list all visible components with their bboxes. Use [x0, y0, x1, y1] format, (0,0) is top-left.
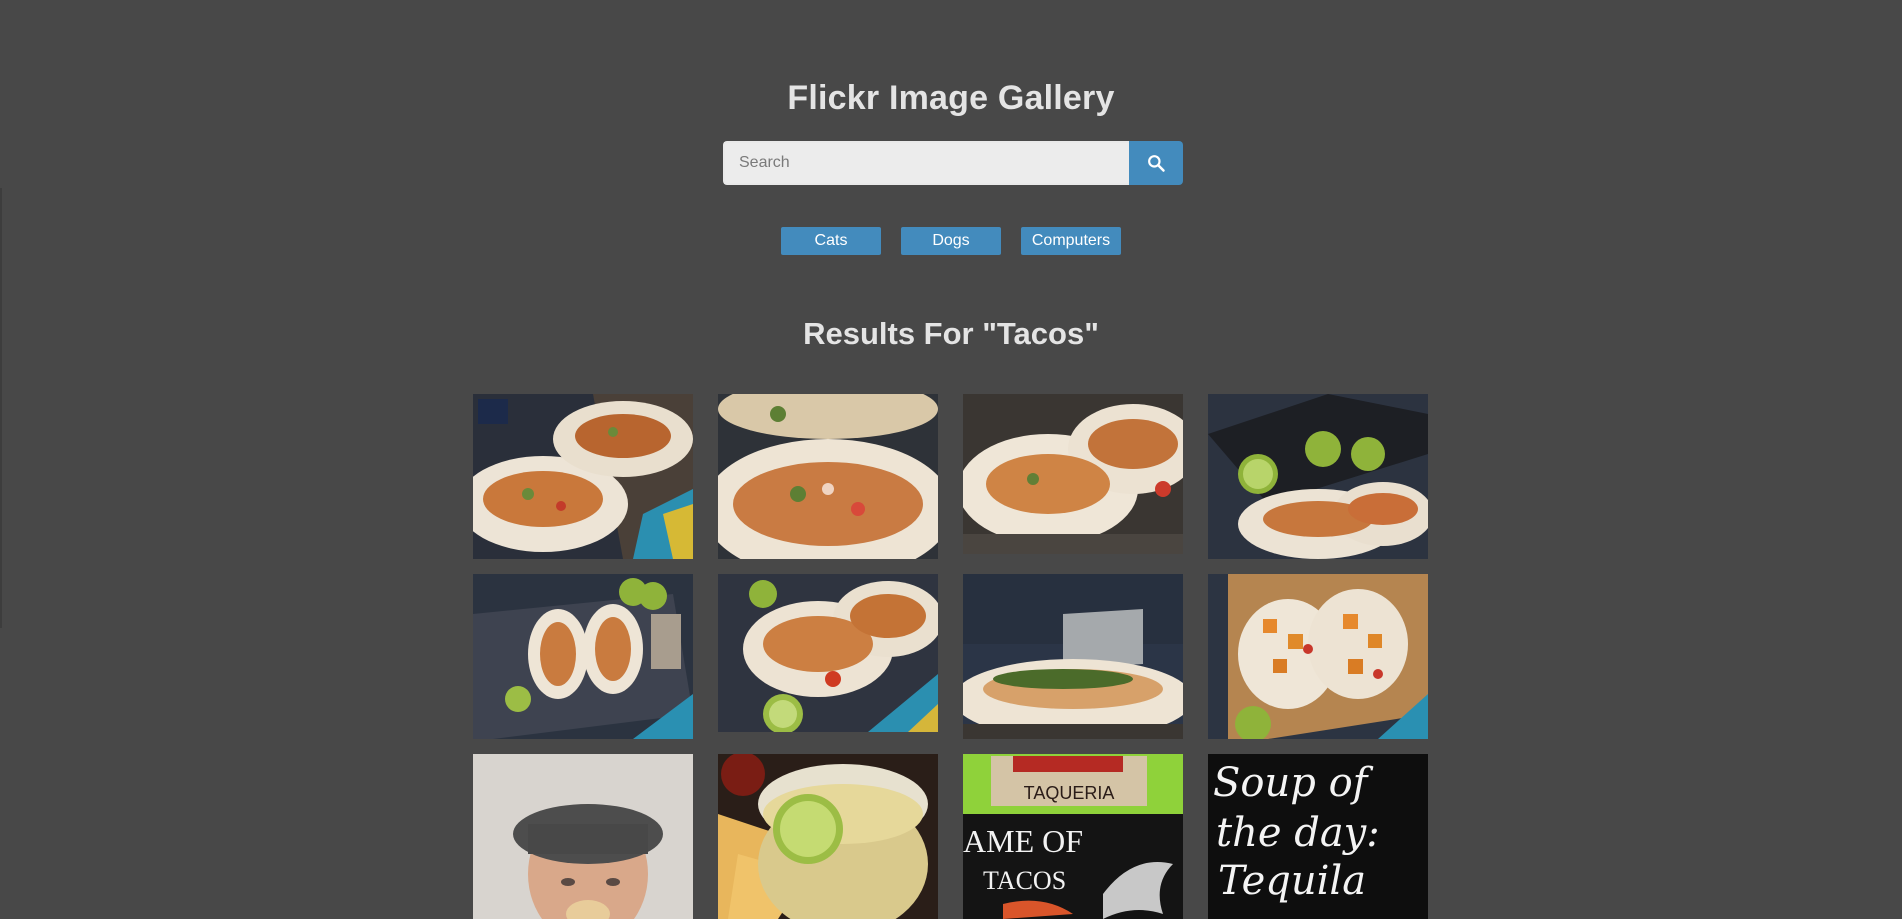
chalkboard-photo: Soup of the day: Tequila [1208, 754, 1428, 919]
taco-photo [963, 394, 1183, 554]
nav-link-cats[interactable]: Cats [781, 227, 881, 255]
gallery-photo[interactable] [1208, 574, 1428, 739]
chalkboard-line-2: the day: [1216, 810, 1380, 856]
chalkboard-line-1: Soup of [1213, 760, 1374, 806]
search-input[interactable] [723, 141, 1129, 185]
sign-game-of-text: AME OF [963, 823, 1083, 859]
person-photo [473, 754, 693, 919]
topic-nav: Cats Dogs Computers [0, 227, 1902, 255]
taco-photo [718, 574, 938, 732]
taco-photo [1208, 394, 1428, 559]
gallery-photo[interactable] [963, 574, 1183, 739]
sign-tacos-text: TACOS [983, 866, 1066, 895]
sign-taqueria-text: TAQUERIA [1024, 783, 1115, 803]
taqueria-sign-photo: TAQUERIA AME OF TACOS [963, 754, 1183, 919]
gallery-photo[interactable]: Soup of the day: Tequila [1208, 754, 1428, 919]
gallery-photo[interactable] [473, 394, 693, 559]
gallery-photo[interactable]: TAQUERIA AME OF TACOS [963, 754, 1183, 919]
gallery-photo[interactable] [718, 754, 938, 919]
search-icon [1148, 155, 1165, 172]
taco-photo [963, 574, 1183, 739]
margarita-photo [718, 754, 938, 919]
taco-photo [718, 394, 938, 559]
taco-photo [473, 394, 693, 559]
page-title: Flickr Image Gallery [787, 79, 1115, 117]
gallery-photo[interactable] [473, 574, 693, 739]
taco-photo [1208, 574, 1428, 739]
taco-photo [473, 574, 693, 739]
search-button[interactable] [1129, 141, 1183, 185]
nav-link-dogs[interactable]: Dogs [901, 227, 1001, 255]
gallery-photo[interactable] [718, 574, 938, 732]
gallery-photo[interactable] [718, 394, 938, 559]
chalkboard-line-3: Tequila [1218, 858, 1366, 904]
page: Flickr Image Gallery Cats Dogs Computers… [0, 0, 1902, 919]
results-heading: Results For "Tacos" [803, 316, 1099, 351]
gallery-photo[interactable] [963, 394, 1183, 554]
search-form [723, 141, 1183, 185]
nav-link-computers[interactable]: Computers [1021, 227, 1121, 255]
gallery-photo[interactable] [473, 754, 693, 919]
gallery-photo[interactable] [1208, 394, 1428, 559]
